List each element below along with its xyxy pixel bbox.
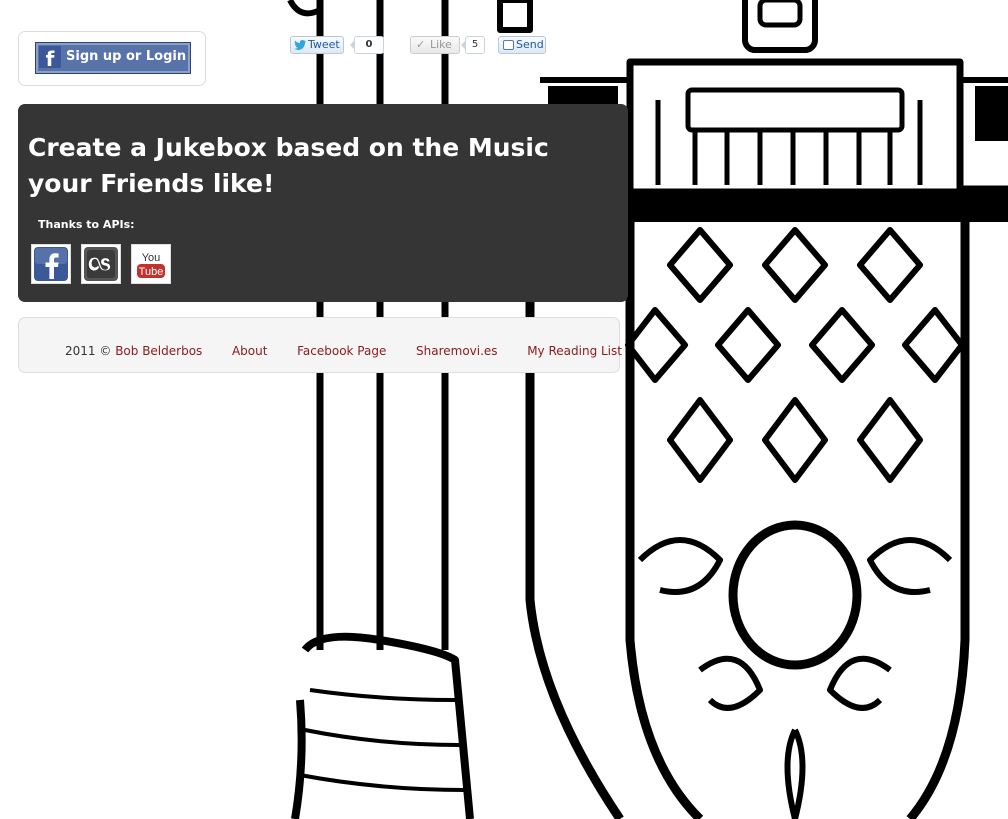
footer: 2011 © Bob Belderbos About Facebook Page… (18, 317, 622, 373)
send-button[interactable]: Send (498, 36, 546, 54)
lastfm-icon (84, 247, 118, 281)
page-title: Create a Jukebox based on the Music your… (28, 133, 549, 198)
send-icon (503, 40, 514, 50)
like-button[interactable]: ✓ Like (410, 36, 460, 54)
facebook-icon: f (39, 46, 61, 71)
send-label: Send (516, 38, 544, 51)
like-label: Like (430, 38, 452, 51)
youtube-api-link[interactable]: You Tube (131, 244, 171, 284)
thanks-label: Thanks to APIs: (38, 218, 135, 231)
about-link[interactable]: About (232, 344, 267, 358)
sharemovies-link[interactable]: Sharemovi.es (416, 344, 498, 358)
youtube-you-text: You (142, 252, 161, 264)
lastfm-api-link[interactable] (81, 244, 121, 284)
facebook-icon (34, 247, 68, 281)
tweet-count: 0 (350, 36, 384, 54)
copyright-text: 2011 © (65, 344, 112, 358)
like-count: 5 (461, 36, 485, 54)
youtube-icon: You Tube (137, 252, 165, 278)
login-box: f Sign up or Login (18, 31, 206, 86)
footer-links: 2011 © Bob Belderbos About Facebook Page… (65, 344, 622, 358)
author-link[interactable]: Bob Belderbos (115, 344, 202, 358)
tweet-label: Tweet (308, 38, 340, 51)
like-check-icon: ✓ (416, 38, 426, 51)
reading-list-link[interactable]: My Reading List (527, 344, 622, 358)
twitter-icon (294, 40, 306, 50)
facebook-page-link[interactable]: Facebook Page (297, 344, 386, 358)
tweet-button[interactable]: Tweet (290, 36, 344, 54)
facebook-login-button[interactable]: f Sign up or Login (35, 42, 191, 74)
login-button-label: Sign up or Login (66, 49, 187, 64)
facebook-api-link[interactable] (31, 244, 71, 284)
youtube-tube-text: Tube (139, 266, 164, 278)
hero-panel: Create a Jukebox based on the Music your… (18, 104, 628, 302)
